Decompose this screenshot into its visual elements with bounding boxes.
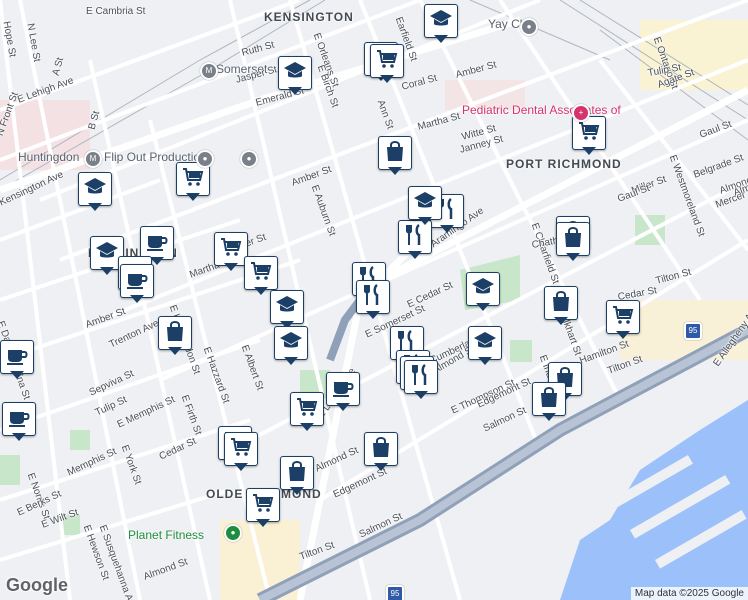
shopping-bag-icon xyxy=(537,385,561,414)
shopping-cart-icon xyxy=(219,235,243,264)
hospital-icon[interactable]: + xyxy=(572,104,590,122)
neighborhood-label: PORT RICHMOND xyxy=(506,157,622,171)
restaurant-icon xyxy=(409,363,433,392)
school-marker[interactable] xyxy=(466,272,500,314)
fitness-icon[interactable]: ● xyxy=(224,524,242,542)
shopping-cart-icon xyxy=(375,47,399,76)
poi-dot-icon[interactable]: ● xyxy=(196,150,214,168)
shopping-cart-icon xyxy=(181,165,205,194)
transit-icon[interactable]: M xyxy=(84,150,102,168)
transit-icon[interactable]: M xyxy=(200,62,218,80)
school-icon xyxy=(275,293,299,322)
cafe-icon xyxy=(331,375,355,404)
shopping-bag-marker[interactable] xyxy=(378,136,412,178)
school-icon xyxy=(429,7,453,36)
highway-shield-icon: 95 xyxy=(684,322,702,340)
cafe-marker[interactable] xyxy=(120,264,154,306)
school-marker[interactable] xyxy=(78,172,112,214)
map-canvas[interactable]: KENSINGTON PORT RICHMOND KENSINGTON OLDE RI… xyxy=(0,0,748,600)
cafe-icon xyxy=(125,267,149,296)
shopping-bag-icon xyxy=(561,225,585,254)
shopping-bag-icon xyxy=(549,289,573,318)
shopping-cart-marker[interactable] xyxy=(572,116,606,158)
restaurant-marker[interactable] xyxy=(404,360,438,402)
shopping-cart-marker[interactable] xyxy=(176,162,210,204)
school-icon xyxy=(471,275,495,304)
shopping-bag-icon xyxy=(369,435,393,464)
school-icon xyxy=(279,329,303,358)
school-icon xyxy=(83,175,107,204)
cafe-marker[interactable] xyxy=(2,402,36,444)
place-label[interactable]: Pediatric Dental Associates of xyxy=(462,103,621,117)
shopping-cart-icon xyxy=(249,259,273,288)
school-marker[interactable] xyxy=(424,4,458,46)
cafe-icon xyxy=(145,229,169,258)
school-marker[interactable] xyxy=(468,326,502,368)
shopping-cart-marker[interactable] xyxy=(246,488,280,530)
shopping-cart-icon xyxy=(229,435,253,464)
school-icon xyxy=(413,189,437,218)
shopping-cart-marker[interactable] xyxy=(290,392,324,434)
restaurant-marker[interactable] xyxy=(356,280,390,322)
shopping-cart-marker[interactable] xyxy=(606,300,640,342)
cafe-marker[interactable] xyxy=(0,340,34,382)
shopping-bag-marker[interactable] xyxy=(556,222,590,264)
school-marker[interactable] xyxy=(408,186,442,228)
place-label[interactable]: Huntingdon xyxy=(18,150,79,164)
map-attribution[interactable]: Map data ©2025 Google xyxy=(630,587,748,600)
shopping-cart-icon xyxy=(295,395,319,424)
restaurant-icon xyxy=(361,283,385,312)
shopping-bag-icon xyxy=(383,139,407,168)
shopping-bag-icon xyxy=(285,459,309,488)
shopping-bag-marker[interactable] xyxy=(280,456,314,498)
shopping-cart-icon xyxy=(611,303,635,332)
street-label: E Cambria St xyxy=(86,6,146,17)
place-icon[interactable]: ● xyxy=(240,150,258,168)
cafe-icon xyxy=(5,343,29,372)
shopping-bag-icon xyxy=(163,319,187,348)
school-icon xyxy=(95,239,119,268)
place-icon[interactable]: ● xyxy=(520,18,538,36)
school-icon xyxy=(283,59,307,88)
shopping-cart-icon xyxy=(577,119,601,148)
place-label[interactable]: Planet Fitness xyxy=(128,528,204,542)
shopping-bag-marker[interactable] xyxy=(532,382,566,424)
cafe-marker[interactable] xyxy=(326,372,360,414)
google-logo: Google xyxy=(6,575,68,595)
shopping-cart-icon xyxy=(251,491,275,520)
shopping-bag-marker[interactable] xyxy=(158,316,192,358)
shopping-cart-marker[interactable] xyxy=(370,44,404,86)
school-marker[interactable] xyxy=(274,326,308,368)
school-icon xyxy=(473,329,497,358)
neighborhood-label: KENSINGTON xyxy=(264,10,354,24)
shopping-cart-marker[interactable] xyxy=(214,232,248,274)
shopping-bag-marker[interactable] xyxy=(544,286,578,328)
shopping-cart-marker[interactable] xyxy=(224,432,258,474)
cafe-icon xyxy=(7,405,31,434)
shopping-bag-marker[interactable] xyxy=(364,432,398,474)
highway-shield-icon: 95 xyxy=(386,585,404,600)
school-marker[interactable] xyxy=(278,56,312,98)
